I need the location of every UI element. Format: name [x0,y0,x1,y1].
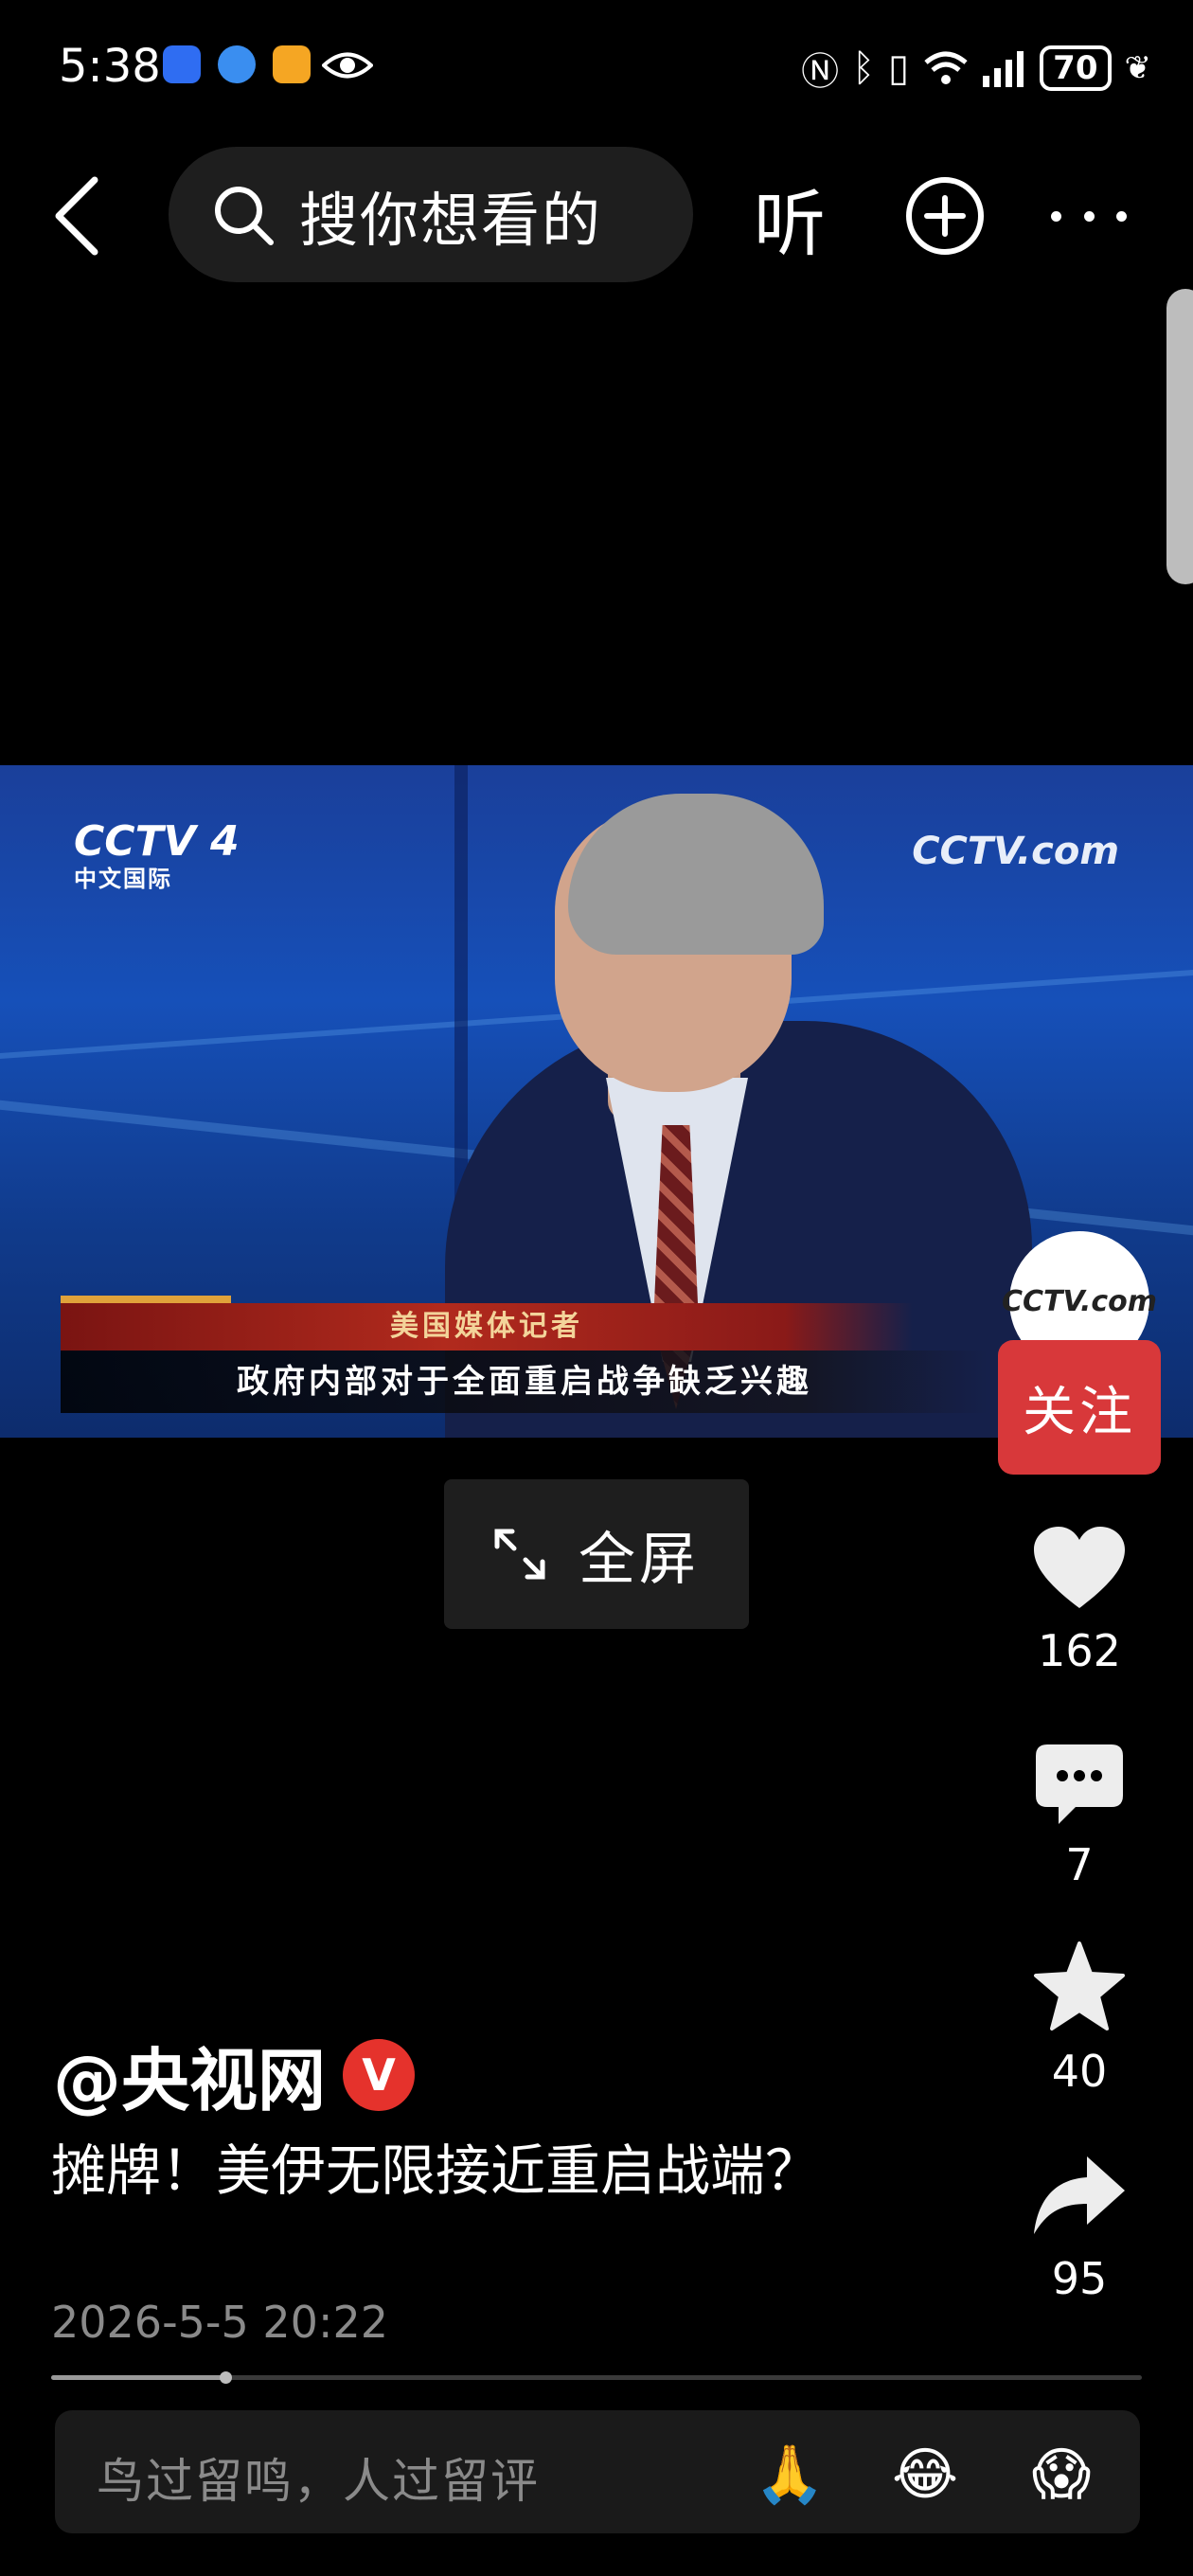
comment-icon [1036,1744,1123,1824]
search-placeholder: 搜你想看的 [299,185,603,255]
caption-accent [61,1296,231,1303]
like-button[interactable]: 162 [1023,1525,1136,1676]
back-button[interactable] [53,169,119,263]
edge-panel-handle[interactable] [1166,289,1193,584]
search-input[interactable]: 搜你想看的 [169,147,693,282]
vibrate-icon: ▯ [888,46,910,90]
search-icon [215,186,274,245]
status-time: 5:38 [59,40,161,93]
weather-app-icon [163,45,201,83]
comment-count: 7 [1065,1839,1094,1890]
follow-button[interactable]: 关注 [998,1340,1161,1475]
progress-fill [51,2375,226,2380]
share-count: 95 [1051,2253,1108,2304]
browser-app-icon [218,45,256,83]
health-app-icon [273,45,311,83]
caption-name-bar: 美国媒体记者 [61,1303,913,1351]
battery-indicator: 70 [1040,45,1112,91]
add-icon[interactable] [904,175,986,257]
cctv-com-logo: CCTV.com [912,830,1119,873]
favorite-count: 40 [1051,2046,1108,2097]
fullscreen-button[interactable]: 全屏 [444,1479,749,1629]
caption-text-bar: 政府内部对于全面重启战争缺乏兴趣 [61,1351,988,1413]
cctv4-logo: CCTV 4 中文国际 [74,817,240,892]
emoji-laugh-button[interactable]: 😂 [888,2438,962,2512]
video-person-hair [568,794,824,955]
bluetooth-icon: ᛒ [852,46,876,90]
favorite-button[interactable]: 40 [1023,1941,1136,2097]
post-timestamp: 2026-5-5 20:22 [51,2297,388,2348]
eye-icon [322,52,373,79]
fullscreen-label: 全屏 [579,1526,700,1593]
leaf-icon: ❦ [1124,49,1152,87]
expand-icon [494,1529,545,1580]
share-button[interactable]: 95 [1023,2155,1136,2304]
like-count: 162 [1038,1625,1121,1676]
comment-placeholder: 鸟过留鸣，人过留评 [97,2454,540,2509]
emoji-shock-button[interactable]: 😱 [1024,2438,1098,2512]
star-icon [1034,1941,1125,2030]
nfc-icon: Ⓝ [801,50,840,94]
signal-icon [983,51,1024,87]
status-icons: Ⓝ ᛒ ▯ 70 ❦ [801,42,1151,95]
comment-button[interactable]: 7 [1023,1743,1136,1890]
video-player[interactable]: CCTV 4 中文国际 CCTV.com 美国媒体记者 政府内部对于全面重启战争… [0,765,1193,1438]
wifi-icon [924,51,968,84]
author-name[interactable]: @央视网 V [53,2025,416,2124]
more-dot [1051,210,1061,222]
video-title[interactable]: 摊牌！美伊无限接近重启战端？ [51,2131,875,2210]
progress-knob[interactable] [220,2371,233,2384]
listen-button[interactable]: 听 [754,166,826,270]
emoji-pray-button[interactable]: 🙏 [753,2438,827,2512]
more-options-button[interactable] [1051,175,1127,257]
more-dot [1083,210,1095,222]
heart-icon [1034,1527,1125,1608]
chevron-left-icon [55,176,98,256]
verified-badge: V [343,2038,416,2111]
more-dot [1116,210,1127,222]
share-icon [1034,2156,1125,2234]
